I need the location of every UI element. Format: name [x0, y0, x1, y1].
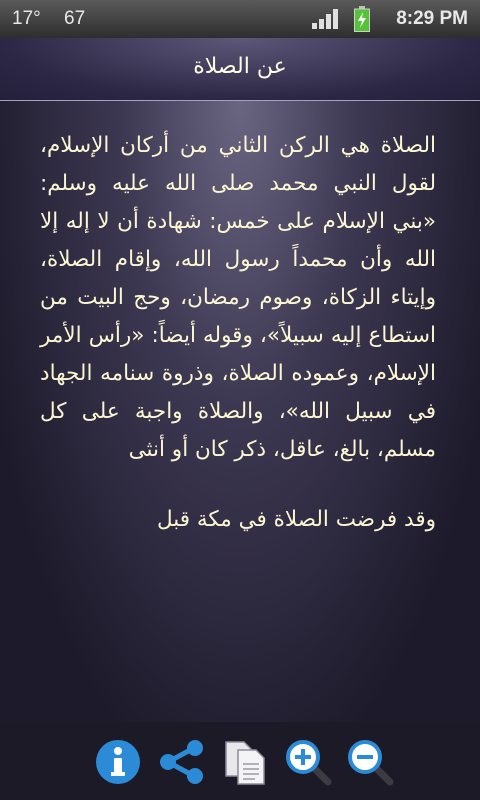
temperature-indicator: 17°	[12, 8, 41, 29]
title-bar: عن الصلاة	[0, 38, 480, 101]
page-title: عن الصلاة	[193, 54, 287, 79]
article-content[interactable]: الصلاة هي الركن الثاني من أركان الإسلام،…	[0, 101, 480, 722]
article-paragraph: وقد فرضت الصلاة في مكة قبل	[156, 507, 436, 532]
status-left: 17° 67	[12, 8, 103, 30]
bottom-toolbar	[0, 722, 480, 800]
notification-indicator: 67	[64, 8, 86, 29]
share-icon[interactable]	[158, 738, 206, 786]
article-body: الصلاة هي الركن الثاني من أركان الإسلام،…	[40, 127, 436, 571]
article-paragraph: الصلاة هي الركن الثاني من أركان الإسلام،…	[40, 133, 436, 462]
signal-icon	[312, 9, 338, 29]
zoom-out-icon[interactable]	[346, 738, 394, 786]
zoom-in-icon[interactable]	[284, 738, 332, 786]
info-icon[interactable]	[94, 738, 142, 786]
clock: 8:29 PM	[396, 8, 468, 29]
copy-icon[interactable]	[222, 738, 270, 786]
battery-charging-icon	[354, 6, 370, 32]
status-bar: 17° 67 8:29 PM	[0, 0, 480, 38]
